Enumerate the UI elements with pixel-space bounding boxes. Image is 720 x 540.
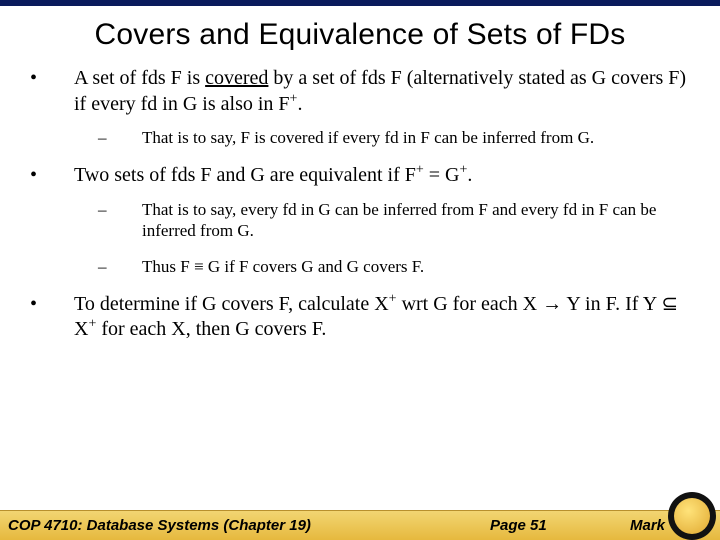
footer-page: Page 51: [490, 517, 630, 534]
footer-bar: COP 4710: Database Systems (Chapter 19) …: [0, 510, 720, 540]
slide-title: Covers and Equivalence of Sets of FDs: [0, 6, 720, 60]
bullet-2-text: Two sets of fds F and G are equivalent i…: [74, 163, 694, 189]
bullet-3-text: To determine if G covers F, calculate X+…: [74, 292, 694, 343]
sub-marker: –: [98, 127, 142, 149]
sub-marker: –: [98, 256, 142, 278]
bullet-1-sub-1: – That is to say, F is covered if every …: [98, 127, 694, 149]
bullet-1-text: A set of fds F is covered by a set of fd…: [74, 66, 694, 117]
footer-course: COP 4710: Database Systems (Chapter 19): [0, 517, 490, 534]
slide-content: • A set of fds F is covered by a set of …: [0, 60, 720, 343]
bullet-2-sub-1-text: That is to say, every fd in G can be inf…: [142, 199, 694, 243]
ucf-logo: [668, 492, 716, 540]
bullet-marker: •: [26, 163, 74, 189]
bullet-1-sub-1-text: That is to say, F is covered if every fd…: [142, 127, 694, 149]
bullet-2-sub-2-text: Thus F ≡ G if F covers G and G covers F.: [142, 256, 694, 278]
bullet-marker: •: [26, 292, 74, 343]
sub-marker: –: [98, 199, 142, 243]
bullet-marker: •: [26, 66, 74, 117]
bullet-2: • Two sets of fds F and G are equivalent…: [26, 163, 694, 189]
bullet-3: • To determine if G covers F, calculate …: [26, 292, 694, 343]
bullet-1: • A set of fds F is covered by a set of …: [26, 66, 694, 117]
bullet-2-sub-1: – That is to say, every fd in G can be i…: [98, 199, 694, 243]
bullet-2-sub-2: – Thus F ≡ G if F covers G and G covers …: [98, 256, 694, 278]
